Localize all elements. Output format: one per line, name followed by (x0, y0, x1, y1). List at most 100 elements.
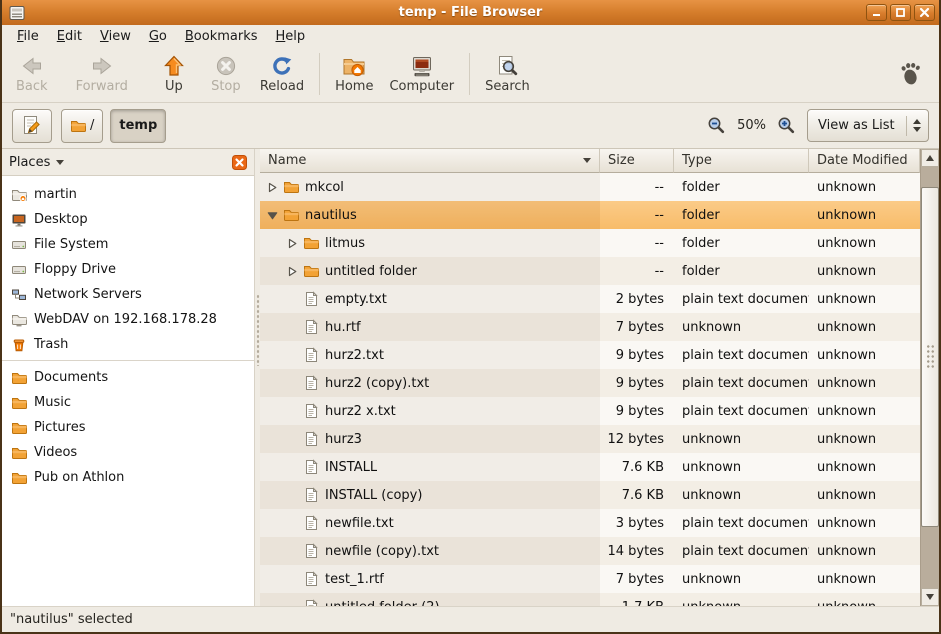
zoom-out-icon[interactable] (707, 116, 726, 135)
computer-button[interactable]: Computer (381, 50, 462, 98)
folder-icon (11, 420, 27, 436)
file-name: hurz2.txt (325, 348, 384, 363)
scroll-up-button[interactable] (921, 149, 939, 167)
gnome-foot-icon (897, 60, 923, 88)
path-button-temp[interactable]: temp (110, 109, 166, 143)
table-row[interactable]: empty.txt2 bytesplain text documentunkno… (260, 285, 920, 313)
size-cell: 7.6 KB (600, 453, 674, 481)
table-row[interactable]: litmus--folderunknown (260, 229, 920, 257)
minimize-button[interactable] (866, 4, 887, 21)
table-row[interactable]: newfile (copy).txt14 bytesplain text doc… (260, 537, 920, 565)
name-cell: empty.txt (260, 285, 600, 313)
table-row[interactable]: nautilus--folderunknown (260, 201, 920, 229)
sidebar-item-file-system[interactable]: File System (2, 232, 254, 257)
sidebar-item-label: martin (34, 187, 77, 202)
menu-help[interactable]: Help (267, 26, 315, 47)
text-file-icon (303, 487, 319, 503)
table-row[interactable]: untitled folder (2)1.7 KBunknownunknown (260, 593, 920, 606)
scrollbar-thumb[interactable] (921, 187, 939, 527)
expander-collapsed-icon[interactable] (285, 238, 299, 249)
close-button[interactable] (914, 4, 935, 21)
size-cell: 7.6 KB (600, 481, 674, 509)
date-modified-cell: unknown (809, 481, 920, 509)
text-file-icon (303, 599, 319, 606)
file-rows: mkcol--folderunknownnautilus--folderunkn… (260, 173, 920, 606)
table-row[interactable]: test_1.rtf7 bytesunknownunknown (260, 565, 920, 593)
scroll-down-button[interactable] (921, 588, 939, 606)
table-row[interactable]: hurz2.txt9 bytesplain text documentunkno… (260, 341, 920, 369)
vertical-scrollbar (920, 149, 939, 606)
toggle-location-entry-button[interactable] (12, 109, 52, 143)
menu-go[interactable]: Go (140, 26, 176, 47)
up-arrow-icon (162, 54, 186, 78)
view-as-selector[interactable]: View as List (807, 109, 929, 142)
drive-icon (11, 262, 27, 278)
menu-view[interactable]: View (91, 26, 140, 47)
text-file-icon (303, 431, 319, 447)
sidebar-item-floppy-drive[interactable]: Floppy Drive (2, 257, 254, 282)
column-header-size[interactable]: Size (600, 149, 674, 173)
table-row[interactable]: mkcol--folderunknown (260, 173, 920, 201)
table-row[interactable]: INSTALL7.6 KBunknownunknown (260, 453, 920, 481)
menu-bookmarks[interactable]: Bookmarks (176, 26, 267, 47)
table-row[interactable]: hu.rtf7 bytesunknownunknown (260, 313, 920, 341)
menu-file[interactable]: File (8, 26, 48, 47)
size-cell: 12 bytes (600, 425, 674, 453)
sidebar-header[interactable]: Places (2, 149, 254, 176)
places-sidebar: Places martin DesktopFile SystemFloppy Dr… (2, 149, 254, 606)
search-button[interactable]: Search (477, 50, 538, 98)
close-sidebar-icon[interactable] (232, 155, 247, 170)
window-controls (866, 4, 935, 21)
sidebar-item-martin[interactable]: martin (2, 182, 254, 207)
sidebar-item-documents[interactable]: Documents (2, 365, 254, 390)
sidebar-item-desktop[interactable]: Desktop (2, 207, 254, 232)
reload-button[interactable]: Reload (252, 50, 312, 98)
sidebar-item-trash[interactable]: Trash (2, 332, 254, 357)
sidebar-item-webdav-on-192-168-178-28[interactable]: WebDAV on 192.168.178.28 (2, 307, 254, 332)
table-row[interactable]: hurz2 (copy).txt9 bytesplain text docume… (260, 369, 920, 397)
home-folder-badge-icon (342, 54, 366, 78)
table-row[interactable]: INSTALL (copy)7.6 KBunknownunknown (260, 481, 920, 509)
sidebar-separator (2, 360, 254, 361)
table-row[interactable]: hurz2 x.txt9 bytesplain text documentunk… (260, 397, 920, 425)
type-cell: unknown (674, 481, 809, 509)
sidebar-item-pictures[interactable]: Pictures (2, 415, 254, 440)
status-text: "nautilus" selected (10, 612, 133, 627)
pane-resize-handle[interactable] (254, 149, 260, 606)
sidebar-item-label: Trash (34, 337, 68, 352)
menu-edit[interactable]: Edit (48, 26, 91, 47)
type-cell: unknown (674, 593, 809, 606)
table-row[interactable]: hurz312 bytesunknownunknown (260, 425, 920, 453)
column-header-type[interactable]: Type (674, 149, 809, 173)
column-headers: Name SizeType Date Modified (260, 149, 920, 173)
search-doc-icon (495, 54, 519, 78)
expander-expanded-icon[interactable] (265, 210, 279, 221)
expander-collapsed-icon[interactable] (265, 182, 279, 193)
type-cell: unknown (674, 565, 809, 593)
date-modified-cell: unknown (809, 509, 920, 537)
toolbar-separator (469, 53, 470, 95)
back-button: Back (8, 50, 68, 98)
sidebar-item-label: Videos (34, 445, 77, 460)
folder-icon (11, 395, 27, 411)
file-name: hurz2 x.txt (325, 404, 396, 419)
maximize-button[interactable] (890, 4, 911, 21)
up-button[interactable]: Up (148, 50, 200, 98)
expander-collapsed-icon[interactable] (285, 266, 299, 277)
sidebar-item-videos[interactable]: Videos (2, 440, 254, 465)
column-header-name[interactable]: Name (260, 149, 600, 173)
column-header-label: Name (268, 153, 306, 168)
back-arrow-icon (20, 54, 44, 78)
zoom-in-icon[interactable] (777, 116, 796, 135)
home-button[interactable]: Home (327, 50, 381, 98)
column-header-label: Date Modified (817, 153, 908, 168)
places-list: martin DesktopFile SystemFloppy DriveNetw… (2, 176, 254, 490)
scrollbar-trough[interactable] (921, 167, 939, 588)
table-row[interactable]: newfile.txt3 bytesplain text documentunk… (260, 509, 920, 537)
path-button-[interactable]: / (61, 109, 103, 143)
sidebar-item-pub-on-athlon[interactable]: Pub on Athlon (2, 465, 254, 490)
column-header-date-modified[interactable]: Date Modified (809, 149, 920, 173)
table-row[interactable]: untitled folder--folderunknown (260, 257, 920, 285)
sidebar-item-network-servers[interactable]: Network Servers (2, 282, 254, 307)
sidebar-item-music[interactable]: Music (2, 390, 254, 415)
